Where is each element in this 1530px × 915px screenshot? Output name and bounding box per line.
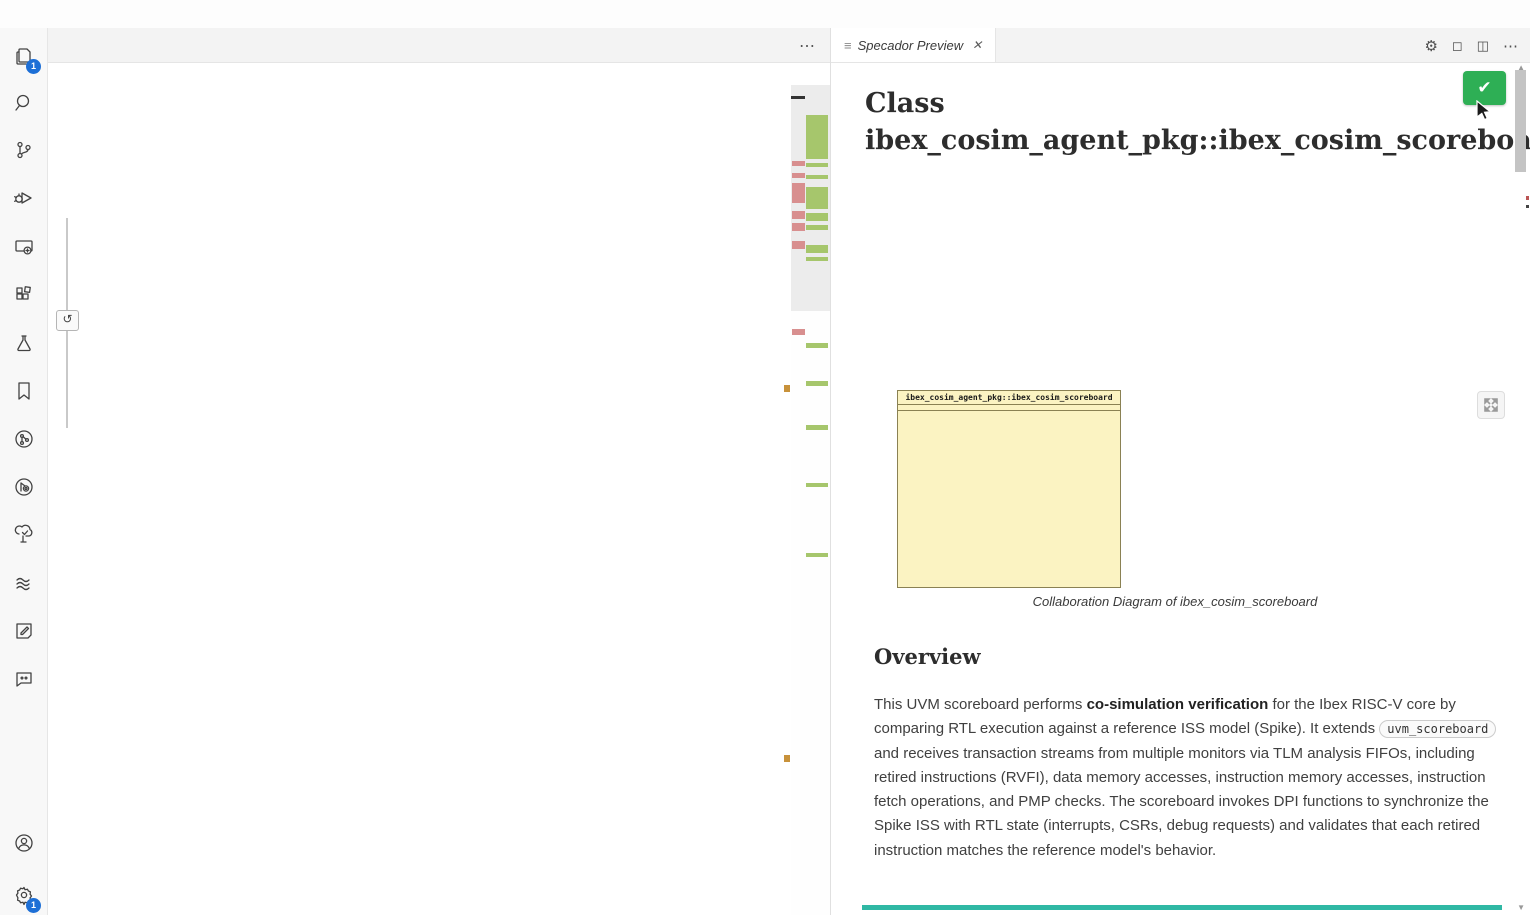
preview-content: ✔ Class ibex_cosim_agent_pkg::ibex_cosim…: [831, 63, 1530, 915]
commit-graph-icon[interactable]: [0, 419, 48, 459]
preview-actions: ⚙ ◻ ◫ ⋯: [1424, 28, 1518, 63]
more-actions-icon[interactable]: ⋯: [1503, 37, 1518, 55]
uml-methods: [898, 411, 1120, 415]
ruler-mark: [784, 755, 790, 762]
extensions-icon[interactable]: [0, 275, 48, 315]
more-actions-icon[interactable]: ⋯: [799, 36, 816, 56]
ruler-mark: [1526, 196, 1529, 200]
split-editor-icon[interactable]: ◫: [1477, 38, 1489, 54]
activity-bar: 1: [0, 28, 48, 915]
code-editor[interactable]: [48, 85, 791, 915]
edit-session-icon[interactable]: [0, 611, 48, 651]
settings-badge: 1: [26, 898, 41, 913]
minimap[interactable]: [791, 85, 830, 915]
vscode-window: 1: [0, 0, 1530, 915]
remote-explorer-icon[interactable]: [0, 227, 48, 267]
explorer-icon[interactable]: 1: [0, 36, 48, 76]
tab-label: Specador Preview: [858, 38, 964, 53]
run-debug-icon[interactable]: [0, 178, 48, 218]
project-tree-icon[interactable]: [0, 515, 48, 555]
layout-icon[interactable]: ◻: [1452, 38, 1463, 54]
diagram-expand-button[interactable]: [1477, 391, 1505, 419]
file-icon: ≡: [844, 38, 852, 53]
bookmarks-icon[interactable]: [0, 371, 48, 411]
preview-group: ≡ Specador Preview ✕ ⚙ ◻ ◫ ⋯ ✔ Class ibe…: [831, 28, 1530, 915]
ruler-mark: [784, 385, 790, 392]
chat-icon[interactable]: [0, 659, 48, 699]
revert-block-button[interactable]: ↺: [56, 310, 79, 331]
tab-bar: [48, 28, 830, 63]
remote-repositories-icon[interactable]: [0, 467, 48, 507]
search-icon[interactable]: [0, 83, 48, 123]
close-icon[interactable]: ✕: [972, 38, 982, 52]
menu-bar: [0, 0, 1530, 28]
inline-code-chip: uvm_scoreboard: [1379, 720, 1496, 738]
teal-divider: [862, 905, 1502, 910]
settings-gear-icon[interactable]: 1: [0, 875, 48, 915]
accounts-icon[interactable]: [0, 823, 48, 863]
explorer-badge: 1: [26, 59, 41, 74]
overview-paragraph: This UVM scoreboard performs co-simulati…: [874, 693, 1500, 863]
source-control-icon[interactable]: [0, 130, 48, 170]
settings-gear-icon[interactable]: ⚙: [1424, 37, 1437, 55]
scrollbar-thumb[interactable]: [1515, 70, 1526, 172]
scroll-down-arrow[interactable]: ▼: [1517, 903, 1525, 912]
testing-flask-icon[interactable]: [0, 323, 48, 363]
editor-group: ⋯ ↺: [48, 28, 830, 915]
class-title: Class ibex_cosim_agent_pkg::ibex_cosim_s…: [865, 85, 1510, 159]
tab-specador-preview[interactable]: ≡ Specador Preview ✕: [831, 28, 996, 62]
ruler-mark: [1526, 205, 1529, 208]
uml-class-title: ibex_cosim_agent_pkg::ibex_cosim_scorebo…: [898, 391, 1120, 405]
waves-icon[interactable]: [0, 563, 48, 603]
diagram-caption: Collaboration Diagram of ibex_cosim_scor…: [865, 594, 1485, 609]
overview-heading: Overview: [874, 644, 981, 669]
breadcrumb: [48, 63, 830, 85]
uml-class-box: ibex_cosim_agent_pkg::ibex_cosim_scorebo…: [897, 390, 1121, 588]
mouse-cursor-icon: [1476, 100, 1494, 122]
